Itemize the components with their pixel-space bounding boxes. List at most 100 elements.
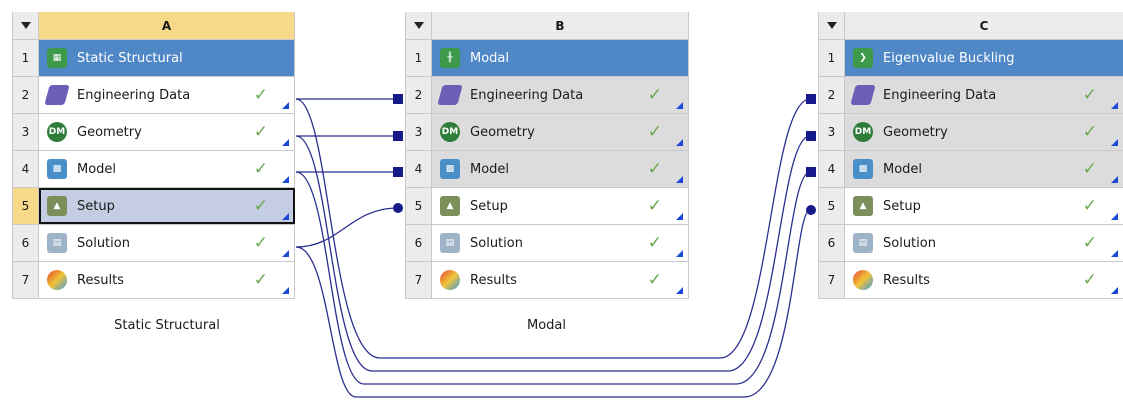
corner-menu-icon[interactable] (676, 139, 683, 146)
system-row[interactable]: 4 ▩ Model ✓ (406, 151, 689, 188)
results-icon (47, 270, 67, 290)
corner-menu-icon[interactable] (282, 176, 289, 183)
solution-icon: ▤ (47, 233, 67, 253)
system-row[interactable]: 4 ▩ Model ✓ (819, 151, 1123, 188)
corner-menu-icon[interactable] (1111, 250, 1118, 257)
system-letter: C (845, 12, 1123, 40)
system-row[interactable]: 7 Results ✓ (13, 262, 295, 299)
model-icon: ▩ (440, 159, 460, 179)
checkmark-icon: ✓ (1082, 233, 1097, 253)
row-number: 2 (13, 77, 39, 113)
system-a[interactable]: A 1 ▦ Static Structural 2 Engineering Da… (12, 12, 295, 299)
row-number: 1 (406, 40, 432, 76)
checkmark-icon: ✓ (253, 233, 268, 253)
row-number: 3 (819, 114, 845, 150)
row-number: 5 (13, 188, 39, 224)
collapse-triangle-icon[interactable] (13, 12, 39, 40)
system-title[interactable]: Eigenvalue Buckling (883, 51, 1123, 66)
row-number: 2 (406, 77, 432, 113)
connector-square (393, 131, 403, 141)
corner-menu-icon[interactable] (676, 250, 683, 257)
checkmark-icon: ✓ (1082, 196, 1097, 216)
checkmark-icon: ✓ (253, 196, 268, 216)
corner-menu-icon[interactable] (282, 213, 289, 220)
connector-square (393, 167, 403, 177)
row-number: 1 (819, 40, 845, 76)
geometry-dm-icon: DM (47, 122, 67, 142)
system-caption[interactable]: Static Structural (12, 318, 322, 333)
system-row[interactable]: 3 DM Geometry ✓ (819, 114, 1123, 151)
static-structural-icon: ▦ (47, 48, 67, 68)
system-row[interactable]: 2 Engineering Data ✓ (819, 77, 1123, 114)
solution-icon: ▤ (853, 233, 873, 253)
corner-menu-icon[interactable] (676, 102, 683, 109)
checkmark-icon: ✓ (647, 233, 662, 253)
results-icon (440, 270, 460, 290)
engineering-data-icon (850, 85, 876, 105)
system-row[interactable]: 2 Engineering Data ✓ (13, 77, 295, 114)
system-row[interactable]: 7 Results ✓ (819, 262, 1123, 299)
connector-square (806, 94, 816, 104)
corner-menu-icon[interactable] (282, 250, 289, 257)
system-row[interactable]: 5 ▲ Setup ✓ (13, 188, 295, 225)
collapse-triangle-icon[interactable] (406, 12, 432, 40)
checkmark-icon: ✓ (647, 159, 662, 179)
checkmark-icon: ✓ (647, 85, 662, 105)
engineering-data-icon (437, 85, 463, 105)
connector-square (806, 131, 816, 141)
system-row[interactable]: 1 ▦ Static Structural (13, 40, 295, 77)
checkmark-icon: ✓ (253, 159, 268, 179)
corner-menu-icon[interactable] (676, 287, 683, 294)
corner-menu-icon[interactable] (282, 287, 289, 294)
corner-menu-icon[interactable] (282, 102, 289, 109)
corner-menu-icon[interactable] (676, 213, 683, 220)
checkmark-icon: ✓ (253, 270, 268, 290)
solution-icon: ▤ (440, 233, 460, 253)
system-row[interactable]: 4 ▩ Model ✓ (13, 151, 295, 188)
corner-menu-icon[interactable] (1111, 176, 1118, 183)
system-row[interactable]: 5 ▲ Setup ✓ (406, 188, 689, 225)
system-row[interactable]: 6 ▤ Solution ✓ (819, 225, 1123, 262)
corner-menu-icon[interactable] (1111, 213, 1118, 220)
row-number: 4 (819, 151, 845, 187)
modal-icon: ╫ (440, 48, 460, 68)
system-caption[interactable]: Modal (405, 318, 688, 333)
system-letter: B (432, 12, 689, 40)
system-row[interactable]: 3 DM Geometry ✓ (13, 114, 295, 151)
checkmark-icon: ✓ (647, 270, 662, 290)
system-row[interactable]: 6 ▤ Solution ✓ (406, 225, 689, 262)
system-a-header[interactable]: A (13, 12, 295, 40)
checkmark-icon: ✓ (253, 85, 268, 105)
system-row[interactable]: 7 Results ✓ (406, 262, 689, 299)
row-number: 7 (406, 262, 432, 298)
system-row[interactable]: 6 ▤ Solution ✓ (13, 225, 295, 262)
system-b-header[interactable]: B (406, 12, 689, 40)
corner-menu-icon[interactable] (676, 176, 683, 183)
corner-menu-icon[interactable] (1111, 102, 1118, 109)
eigenvalue-buckling-icon: ❯ (853, 48, 873, 68)
system-c[interactable]: C 1 ❯ Eigenvalue Buckling 2 Engineering … (818, 12, 1123, 299)
row-number: 6 (406, 225, 432, 261)
system-letter: A (39, 12, 295, 40)
system-row[interactable]: 1 ╫ Modal (406, 40, 689, 77)
checkmark-icon: ✓ (647, 122, 662, 142)
system-title[interactable]: Static Structural (77, 51, 294, 66)
system-title[interactable]: Modal (470, 51, 688, 66)
corner-menu-icon[interactable] (282, 139, 289, 146)
system-row[interactable]: 3 DM Geometry ✓ (406, 114, 689, 151)
system-row[interactable]: 5 ▲ Setup ✓ (819, 188, 1123, 225)
row-number: 5 (406, 188, 432, 224)
system-b[interactable]: B 1 ╫ Modal 2 Engineering Data ✓ 3 DM Ge… (405, 12, 689, 299)
system-row[interactable]: 1 ❯ Eigenvalue Buckling (819, 40, 1123, 77)
corner-menu-icon[interactable] (1111, 139, 1118, 146)
system-row[interactable]: 2 Engineering Data ✓ (406, 77, 689, 114)
row-number: 1 (13, 40, 39, 76)
row-number: 3 (406, 114, 432, 150)
checkmark-icon: ✓ (253, 122, 268, 142)
model-icon: ▩ (853, 159, 873, 179)
collapse-triangle-icon[interactable] (819, 12, 845, 40)
setup-icon: ▲ (440, 196, 460, 216)
system-c-header[interactable]: C (819, 12, 1123, 40)
checkmark-icon: ✓ (1082, 159, 1097, 179)
corner-menu-icon[interactable] (1111, 287, 1118, 294)
